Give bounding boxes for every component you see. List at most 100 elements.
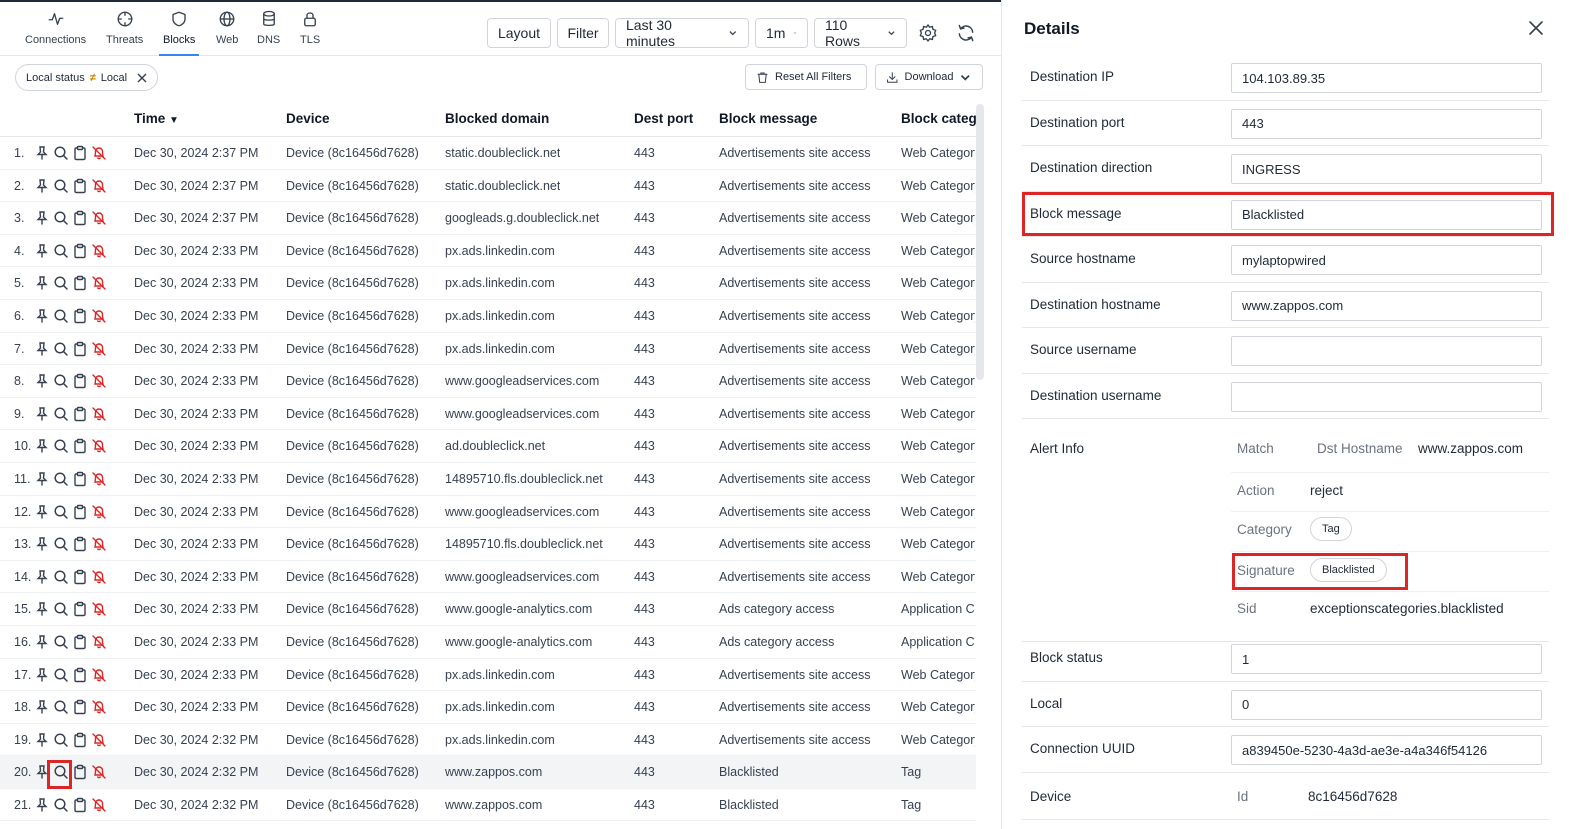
clipboard-icon[interactable]: [72, 667, 88, 683]
pin-icon[interactable]: [34, 569, 50, 585]
bell-off-icon[interactable]: [91, 569, 107, 585]
pin-icon[interactable]: [34, 275, 50, 291]
column-dest-port[interactable]: Dest port: [634, 111, 693, 126]
clipboard-icon[interactable]: [72, 536, 88, 552]
pin-icon[interactable]: [34, 210, 50, 226]
pin-icon[interactable]: [34, 797, 50, 813]
table-row[interactable]: 17. Dec 30, 2024 2:33 PM Device (8c16456d7…: [0, 659, 976, 692]
table-row[interactable]: 3. Dec 30, 2024 2:37 PM Device (8c16456d76…: [0, 202, 976, 235]
search-icon[interactable]: [53, 634, 69, 650]
table-row[interactable]: 2. Dec 30, 2024 2:37 PM Device (8c16456d76…: [0, 170, 976, 203]
pin-icon[interactable]: [34, 504, 50, 520]
clipboard-icon[interactable]: [72, 178, 88, 194]
search-icon[interactable]: [53, 178, 69, 194]
bell-off-icon[interactable]: [91, 504, 107, 520]
search-icon[interactable]: [53, 601, 69, 617]
bell-off-icon[interactable]: [91, 732, 107, 748]
detail-value-field[interactable]: INGRESS: [1231, 154, 1542, 184]
clipboard-icon[interactable]: [72, 373, 88, 389]
table-row[interactable]: 21. Dec 30, 2024 2:32 PM Device (8c16456d7…: [0, 789, 976, 822]
table-row[interactable]: 9. Dec 30, 2024 2:33 PM Device (8c16456d76…: [0, 398, 976, 431]
search-icon[interactable]: [53, 145, 69, 161]
bell-off-icon[interactable]: [91, 243, 107, 259]
search-icon[interactable]: [53, 308, 69, 324]
close-icon[interactable]: [1526, 18, 1546, 38]
interval-select[interactable]: 1m: [755, 18, 808, 48]
time-range-select[interactable]: Last 30 minutes: [615, 17, 749, 49]
search-icon[interactable]: [53, 275, 69, 291]
clipboard-icon[interactable]: [72, 504, 88, 520]
table-scrollbar[interactable]: [976, 104, 984, 380]
clipboard-icon[interactable]: [72, 438, 88, 454]
pin-icon[interactable]: [34, 341, 50, 357]
tab-blocks[interactable]: Blocks: [158, 10, 200, 56]
column-block-message[interactable]: Block message: [719, 111, 817, 126]
search-icon[interactable]: [53, 699, 69, 715]
reset-filters-button[interactable]: Reset All Filters: [745, 64, 867, 90]
category-tag[interactable]: Tag: [1310, 517, 1352, 541]
clipboard-icon[interactable]: [72, 699, 88, 715]
table-row[interactable]: 18. Dec 30, 2024 2:33 PM Device (8c16456d7…: [0, 691, 976, 724]
clipboard-icon[interactable]: [72, 210, 88, 226]
detail-value-field[interactable]: 0: [1231, 689, 1542, 720]
detail-value-field[interactable]: mylaptopwired: [1231, 245, 1542, 275]
search-icon[interactable]: [53, 536, 69, 552]
bell-off-icon[interactable]: [91, 471, 107, 487]
bell-off-icon[interactable]: [91, 536, 107, 552]
table-row[interactable]: 6. Dec 30, 2024 2:33 PM Device (8c16456d76…: [0, 300, 976, 333]
search-icon[interactable]: [53, 797, 69, 813]
clipboard-icon[interactable]: [72, 634, 88, 650]
pin-icon[interactable]: [34, 699, 50, 715]
search-icon[interactable]: [53, 438, 69, 454]
pin-icon[interactable]: [34, 406, 50, 422]
pin-icon[interactable]: [34, 601, 50, 617]
clipboard-icon[interactable]: [72, 275, 88, 291]
column-time[interactable]: Time ▼: [134, 111, 179, 126]
pin-icon[interactable]: [34, 438, 50, 454]
clipboard-icon[interactable]: [72, 732, 88, 748]
detail-value-field[interactable]: 104.103.89.35: [1231, 63, 1542, 93]
table-row[interactable]: 12. Dec 30, 2024 2:33 PM Device (8c16456d7…: [0, 496, 976, 529]
rows-select[interactable]: 110 Rows: [814, 17, 907, 49]
column-device[interactable]: Device: [286, 111, 330, 126]
detail-value-field[interactable]: [1231, 381, 1542, 412]
bell-off-icon[interactable]: [91, 699, 107, 715]
tab-threats[interactable]: Threats: [106, 10, 143, 56]
bell-off-icon[interactable]: [91, 178, 107, 194]
tab-connections[interactable]: Connections: [25, 10, 86, 56]
bell-off-icon[interactable]: [91, 308, 107, 324]
pin-icon[interactable]: [34, 373, 50, 389]
bell-off-icon[interactable]: [91, 341, 107, 357]
bell-off-icon[interactable]: [91, 275, 107, 291]
table-row[interactable]: 7. Dec 30, 2024 2:33 PM Device (8c16456d76…: [0, 333, 976, 366]
filter-button[interactable]: Filter: [557, 18, 609, 48]
pin-icon[interactable]: [34, 667, 50, 683]
search-icon[interactable]: [53, 341, 69, 357]
filter-chip[interactable]: Local status ≠ Local: [15, 64, 159, 91]
clipboard-icon[interactable]: [72, 243, 88, 259]
column-blocked-domain[interactable]: Blocked domain: [445, 111, 549, 126]
clipboard-icon[interactable]: [72, 471, 88, 487]
search-icon[interactable]: [53, 471, 69, 487]
close-icon[interactable]: [137, 73, 147, 83]
search-icon[interactable]: [53, 732, 69, 748]
pin-icon[interactable]: [34, 536, 50, 552]
bell-off-icon[interactable]: [91, 797, 107, 813]
clipboard-icon[interactable]: [72, 764, 88, 780]
detail-value-field[interactable]: [1231, 336, 1542, 366]
search-icon[interactable]: [53, 667, 69, 683]
download-button[interactable]: Download: [875, 64, 983, 90]
bell-off-icon[interactable]: [91, 764, 107, 780]
search-icon[interactable]: [53, 243, 69, 259]
clipboard-icon[interactable]: [72, 406, 88, 422]
table-row[interactable]: 1. Dec 30, 2024 2:37 PM Device (8c16456d76…: [0, 137, 976, 170]
table-row[interactable]: 13. Dec 30, 2024 2:33 PM Device (8c16456d7…: [0, 528, 976, 561]
pin-icon[interactable]: [34, 178, 50, 194]
tab-web[interactable]: Web: [216, 10, 238, 56]
pin-icon[interactable]: [34, 145, 50, 161]
settings-button[interactable]: [913, 18, 943, 48]
pin-icon[interactable]: [34, 634, 50, 650]
table-row[interactable]: 14. Dec 30, 2024 2:33 PM Device (8c16456d7…: [0, 561, 976, 594]
search-icon[interactable]: [53, 210, 69, 226]
table-row[interactable]: 20. Dec 30, 2024 2:32 PM Device (8c16456d7…: [0, 756, 976, 789]
